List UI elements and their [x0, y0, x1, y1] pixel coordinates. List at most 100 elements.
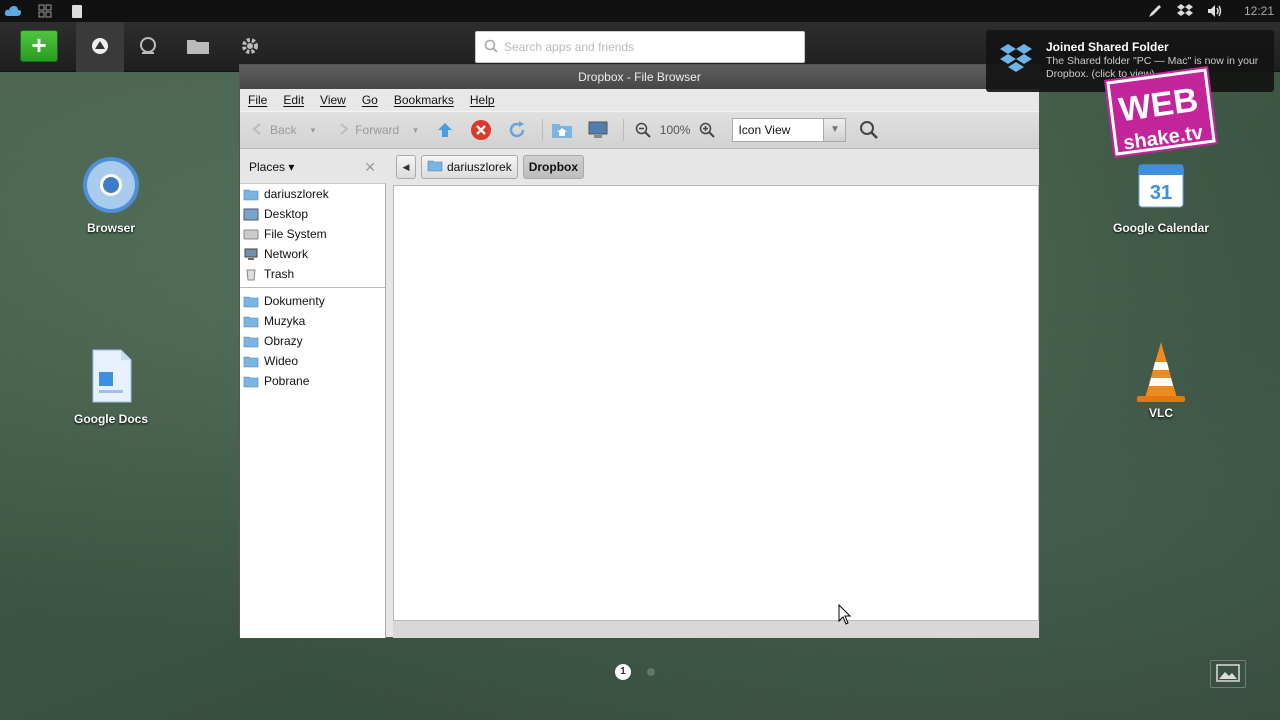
- place-item-network[interactable]: Network: [240, 244, 385, 264]
- menu-file[interactable]: File: [248, 93, 267, 107]
- menu-bar: File Edit View Go Bookmarks Help: [240, 89, 1039, 111]
- menu-go[interactable]: Go: [362, 93, 378, 107]
- bookmark-item[interactable]: Wideo: [240, 351, 385, 371]
- bookmark-item[interactable]: Obrazy: [240, 331, 385, 351]
- path-scroll-left-button[interactable]: ◀: [396, 155, 416, 179]
- notification-title: Joined Shared Folder: [1046, 40, 1169, 54]
- places-title[interactable]: Places ▾: [249, 160, 294, 174]
- google-docs-icon: [81, 346, 141, 406]
- desktop-icon-label: Google Docs: [73, 412, 148, 426]
- bookmark-label: Pobrane: [264, 374, 310, 388]
- cloud-icon[interactable]: [4, 3, 22, 19]
- tab-globe[interactable]: [124, 22, 172, 72]
- place-item-home[interactable]: dariuszlorek: [240, 184, 385, 204]
- toolbar: Back ▾ Forward ▾ 100% Icon View ▼: [240, 111, 1039, 149]
- home-circle-icon: [90, 36, 110, 59]
- page-dot[interactable]: [647, 668, 655, 676]
- zoom-out-icon[interactable]: [632, 119, 654, 141]
- path-bar: ◀ dariuszlorek Dropbox: [396, 154, 585, 180]
- search-input[interactable]: [504, 33, 794, 61]
- chevron-down-icon[interactable]: ▾: [413, 125, 418, 136]
- view-mode-select[interactable]: Icon View ▼: [732, 118, 847, 142]
- forward-label: Forward: [355, 123, 400, 137]
- place-item-desktop[interactable]: Desktop: [240, 204, 385, 224]
- folder-icon: [243, 335, 259, 348]
- place-item-filesystem[interactable]: File System: [240, 224, 385, 244]
- menu-bookmarks[interactable]: Bookmarks: [394, 93, 454, 107]
- desktop-icon-label: Google Calendar: [1112, 221, 1210, 235]
- chevron-left-icon: ◀: [402, 161, 410, 172]
- clock[interactable]: 12:21: [1244, 4, 1274, 18]
- desktop-icon-google-docs[interactable]: Google Docs: [56, 346, 166, 426]
- bookmark-label: Wideo: [264, 354, 299, 368]
- desktop-icon: [243, 208, 259, 221]
- reload-icon[interactable]: [506, 119, 528, 141]
- menu-help[interactable]: Help: [470, 93, 495, 107]
- system-top-bar: 12:21: [0, 0, 1280, 22]
- folder-icon: [243, 188, 259, 201]
- file-view-area[interactable]: [393, 185, 1039, 621]
- view-mode-value: Icon View: [738, 123, 791, 137]
- webshake-watermark-logo: WEB shake.tv: [1086, 58, 1226, 178]
- tab-home[interactable]: [76, 22, 124, 72]
- places-header[interactable]: Places ▾ ✕: [240, 151, 386, 183]
- dropbox-tray-icon[interactable]: [1176, 3, 1194, 19]
- path-label: Dropbox: [528, 160, 579, 174]
- zoom-in-icon[interactable]: [696, 119, 718, 141]
- bookmark-item[interactable]: Dokumenty: [240, 291, 385, 311]
- apps-grid-icon[interactable]: [36, 3, 54, 19]
- gear-icon: [239, 35, 261, 60]
- place-label: File System: [264, 227, 327, 241]
- bookmark-item[interactable]: Pobrane: [240, 371, 385, 391]
- path-button-home[interactable]: dariuszlorek: [421, 155, 518, 179]
- path-button-dropbox[interactable]: Dropbox: [522, 155, 585, 179]
- places-divider: [240, 287, 385, 289]
- vlc-cone-icon: [1131, 340, 1191, 402]
- forward-button[interactable]: Forward ▾: [335, 121, 418, 140]
- bookmark-item[interactable]: Muzyka: [240, 311, 385, 331]
- document-icon[interactable]: [68, 3, 86, 19]
- place-label: Network: [264, 247, 309, 261]
- search-icon[interactable]: [858, 119, 880, 141]
- svg-text:31: 31: [1150, 182, 1172, 204]
- place-label: Trash: [264, 267, 295, 281]
- add-app-button[interactable]: +: [20, 30, 58, 62]
- chevron-down-icon[interactable]: ▼: [823, 119, 846, 141]
- folder-icon: [243, 375, 259, 388]
- menu-view[interactable]: View: [320, 93, 346, 107]
- desktop-icon-vlc[interactable]: VLC: [1106, 340, 1216, 420]
- search-field[interactable]: [475, 31, 805, 63]
- scrollbar-horizontal[interactable]: [393, 621, 1039, 638]
- folder-icon: [243, 355, 259, 368]
- desktop-icon-browser[interactable]: Browser: [56, 155, 166, 235]
- drive-icon: [243, 228, 259, 241]
- tab-files[interactable]: [174, 22, 222, 72]
- folder-icon: [427, 159, 443, 175]
- home-folder-icon[interactable]: [551, 119, 573, 141]
- place-item-trash[interactable]: Trash: [240, 264, 385, 284]
- desktop-icon-label: Browser: [86, 221, 136, 235]
- stop-icon[interactable]: [470, 119, 492, 141]
- close-icon[interactable]: ✕: [364, 159, 376, 176]
- back-button[interactable]: Back ▾: [250, 121, 315, 140]
- mouse-cursor-icon: [838, 603, 852, 629]
- back-label: Back: [270, 123, 297, 137]
- pen-icon[interactable]: [1146, 3, 1164, 19]
- search-icon: [484, 39, 498, 56]
- window-title[interactable]: Dropbox - File Browser: [240, 65, 1039, 89]
- chromium-icon: [81, 155, 141, 215]
- folder-icon: [243, 315, 259, 328]
- page-dot-active[interactable]: 1: [615, 664, 631, 680]
- chevron-down-icon[interactable]: ▾: [311, 125, 316, 136]
- zoom-level: 100%: [659, 123, 691, 137]
- computer-icon[interactable]: [587, 119, 609, 141]
- wallpaper-button[interactable]: [1210, 660, 1246, 688]
- bookmark-label: Obrazy: [264, 334, 303, 348]
- folder-icon: [186, 37, 210, 58]
- folder-icon: [243, 295, 259, 308]
- forward-arrow-icon: [335, 121, 351, 140]
- up-arrow-icon[interactable]: [434, 119, 456, 141]
- volume-icon[interactable]: [1206, 3, 1224, 19]
- menu-edit[interactable]: Edit: [283, 93, 304, 107]
- dropbox-logo-icon: [998, 42, 1034, 79]
